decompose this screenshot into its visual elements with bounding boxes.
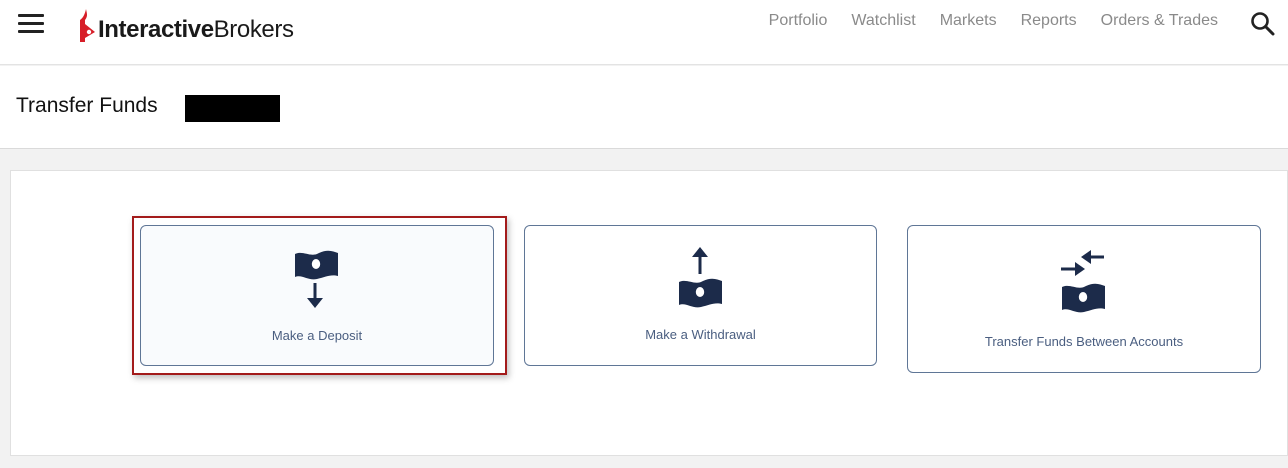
page-header: Transfer Funds [0,66,1288,149]
transfer-between-accounts-label: Transfer Funds Between Accounts [984,334,1184,349]
make-withdrawal-card[interactable]: Make a Withdrawal [524,225,877,366]
nav-item-reports[interactable]: Reports [1021,12,1077,30]
brand-name: InteractiveBrokers [98,16,294,43]
make-withdrawal-label: Make a Withdrawal [645,327,756,342]
interactive-brokers-logo[interactable]: InteractiveBrokers [76,6,294,46]
make-deposit-label: Make a Deposit [271,328,363,343]
page-title: Transfer Funds [16,94,158,117]
hamburger-menu-icon[interactable] [18,14,44,34]
transfer-between-accounts-card[interactable]: Transfer Funds Between Accounts [907,225,1261,373]
nav-item-orders-trades[interactable]: Orders & Trades [1101,12,1218,30]
nav-item-markets[interactable]: Markets [940,12,997,30]
money-transfer-icon [1061,250,1105,313]
make-deposit-card[interactable]: Make a Deposit [140,225,494,366]
search-icon[interactable] [1250,11,1276,37]
main-nav: Portfolio Watchlist Markets Reports Orde… [769,12,1218,30]
nav-item-watchlist[interactable]: Watchlist [851,12,915,30]
brand-flame-icon [80,9,95,42]
nav-item-portfolio[interactable]: Portfolio [769,12,828,30]
top-navigation-bar: InteractiveBrokers Portfolio Watchlist M… [0,0,1288,65]
redacted-account-id [185,95,280,122]
money-withdrawal-icon [678,247,722,308]
money-deposit-icon [295,250,338,308]
